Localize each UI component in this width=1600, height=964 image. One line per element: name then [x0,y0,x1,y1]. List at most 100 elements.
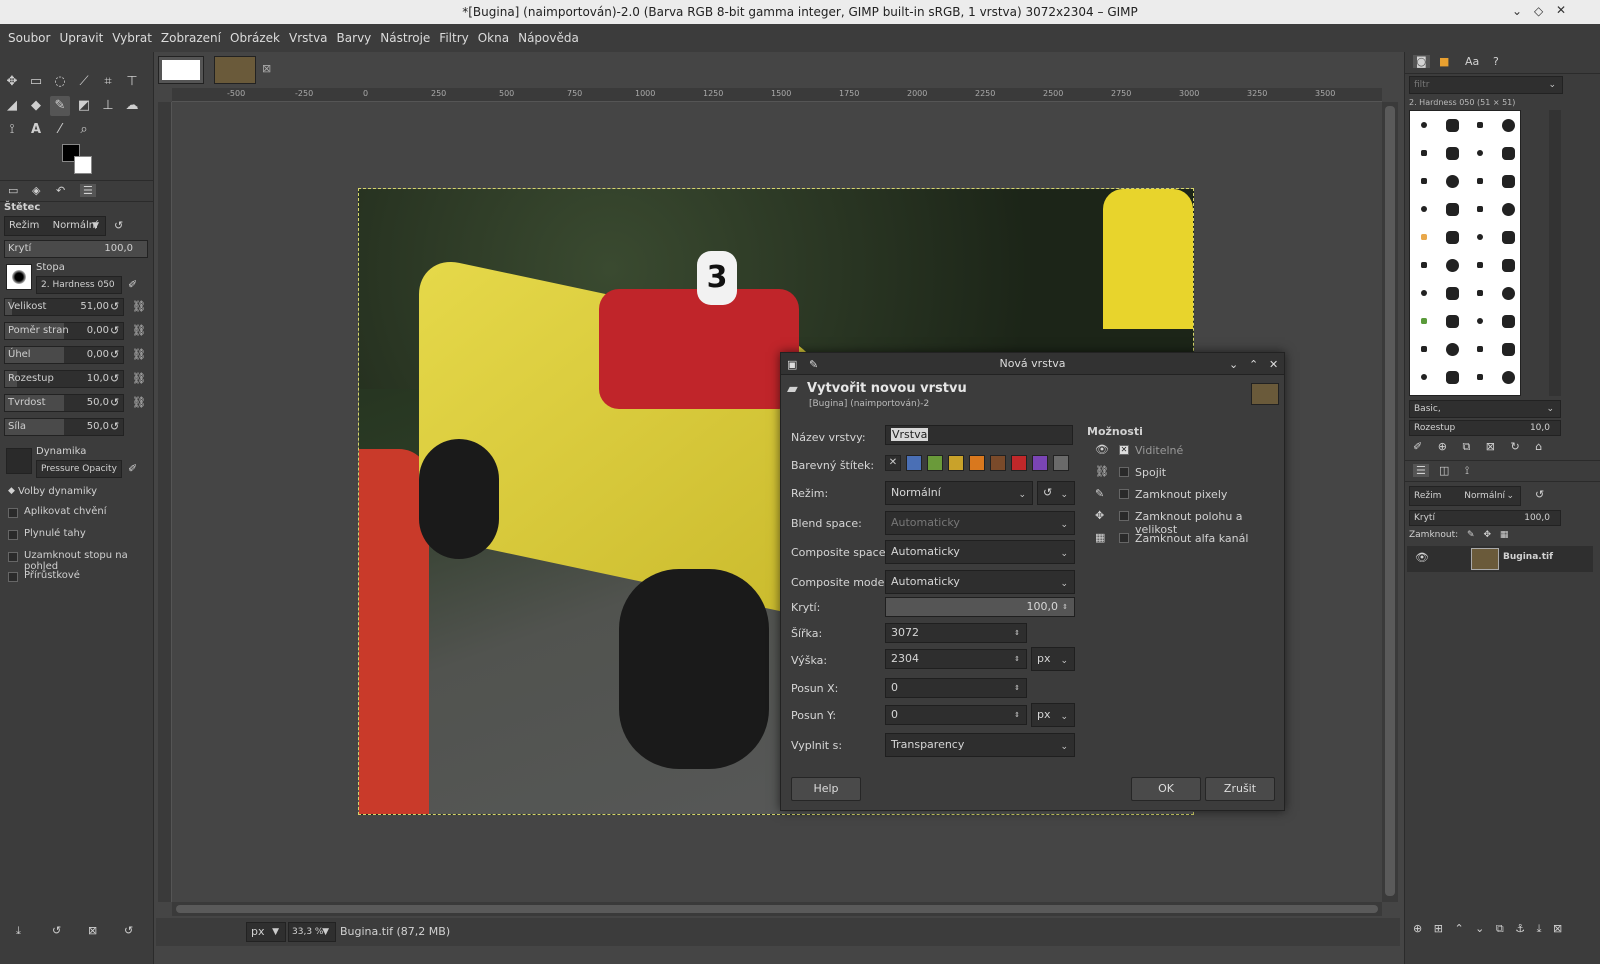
fonts-tab-icon[interactable]: Aa [1465,55,1479,68]
edit-brush-icon[interactable]: ✐ [128,278,137,291]
width-input[interactable]: 3072 ⇕ [885,623,1027,643]
color-tag-gray[interactable] [1053,455,1069,471]
brush-cell[interactable] [1438,167,1466,195]
brush-cell[interactable] [1410,223,1438,251]
brush-cell[interactable] [1466,167,1494,195]
undo-history-tab-icon[interactable]: ↶ [56,184,65,197]
menu-obrazek[interactable]: Obrázek [226,31,284,45]
anchor-layer-icon[interactable]: ⚓ [1515,922,1525,935]
menu-filtry[interactable]: Filtry [435,31,472,45]
mode-select[interactable]: Režim Normální ▼ [4,216,106,236]
brush-cell[interactable] [1410,335,1438,363]
bucket-icon[interactable]: ◆ [26,96,46,116]
brush-cell[interactable] [1466,363,1494,391]
brush-cell[interactable] [1410,167,1438,195]
brush-cell[interactable] [1438,307,1466,335]
slider-3[interactable]: Rozestup 10,0 [4,370,124,388]
delete-options-icon[interactable]: ⊠ [88,924,97,937]
lock-pixels-checkbox[interactable] [1119,489,1129,499]
brush-cell[interactable] [1494,363,1522,391]
restore-options-icon[interactable]: ↺ [52,924,61,937]
brush-cell[interactable] [1410,139,1438,167]
fill-select[interactable]: Transparency ⌄ [885,733,1075,757]
expander-icon[interactable]: ◆ [8,486,15,496]
color-tag-yellow[interactable] [948,455,964,471]
mode-switch-button[interactable]: ↺ ⌄ [1037,481,1075,505]
help-button[interactable]: Help [791,777,861,801]
new-layer-icon[interactable]: ⊕ [1413,922,1422,935]
lock-position-icon[interactable]: ✥ [1483,530,1491,540]
menu-soubor[interactable]: Soubor [4,31,54,45]
slider-4[interactable]: Tvrdost 50,0 [4,394,124,412]
layer-name-input[interactable]: Vrstva [885,425,1073,445]
mode-select[interactable]: Normální ⌄ [885,481,1033,505]
layers-tab-icon[interactable]: ☰ [1413,464,1429,477]
color-tag-brown[interactable] [990,455,1006,471]
link-slider-icon[interactable]: ⛓ [132,348,146,361]
close-icon[interactable]: ✕ [1556,3,1566,17]
spin-arrows-icon[interactable]: ⇕ [1014,706,1020,724]
offset-unit-select[interactable]: px ⌄ [1031,703,1075,727]
slider-1[interactable]: Poměr stran 0,00 [4,322,124,340]
brush-cell[interactable] [1494,111,1522,139]
brush-preview[interactable] [6,264,32,290]
menu-nastroje[interactable]: Nástroje [376,31,434,45]
brush-cell[interactable] [1438,111,1466,139]
rect-select-icon[interactable]: ▭ [26,72,46,92]
brush-cell[interactable] [1410,363,1438,391]
brush-filter-input[interactable]: filtr ⌄ [1409,76,1563,94]
brush-preset-select[interactable]: Basic, ⌄ [1409,400,1561,418]
reset-slider-icon[interactable]: ↺ [110,420,119,433]
visible-checkbox[interactable]: ✕ [1119,445,1129,455]
brush-cell[interactable] [1410,195,1438,223]
menu-upravit[interactable]: Upravit [55,31,107,45]
brush-cell[interactable] [1466,335,1494,363]
brush-cell[interactable] [1494,307,1522,335]
slider-0[interactable]: Velikost 51,00 [4,298,124,316]
menu-vrstva[interactable]: Vrstva [285,31,332,45]
menu-okna[interactable]: Okna [474,31,513,45]
brush-name-field[interactable]: 2. Hardness 050 [36,276,122,294]
brush-cell[interactable] [1494,335,1522,363]
spin-arrows-icon[interactable]: ⇕ [1014,624,1020,642]
brush-cell[interactable] [1494,279,1522,307]
horizontal-scroll-thumb[interactable] [176,905,1378,913]
refresh-brush-icon[interactable]: ↻ [1511,440,1520,453]
brush-cell[interactable] [1466,307,1494,335]
offset-y-input[interactable]: 0 ⇕ [885,705,1027,725]
brush-cell[interactable] [1438,139,1466,167]
layer-row[interactable]: 👁 Bugina.tif [1407,546,1593,572]
brush-cell[interactable] [1466,111,1494,139]
reset-mode-icon[interactable]: ↺ [114,219,123,232]
brush-cell[interactable] [1410,251,1438,279]
brush-cell[interactable] [1494,223,1522,251]
delete-layer-icon[interactable]: ⊠ [1553,922,1562,935]
height-input[interactable]: 2304 ⇕ [885,649,1027,669]
horizontal-scrollbar[interactable] [172,902,1382,916]
brush-cell[interactable] [1466,139,1494,167]
reset-options-icon[interactable]: ↺ [124,924,133,937]
dynamics-options-label[interactable]: Volby dynamiky [18,486,97,497]
brush-cell[interactable] [1438,251,1466,279]
layer-opacity-slider[interactable]: Krytí 100,0 [1409,510,1561,526]
spin-arrows-icon[interactable]: ⇕ [1014,679,1020,697]
lasso-icon[interactable]: ◌ [50,72,70,92]
composite-mode-select[interactable]: Automaticky ⌄ [885,570,1075,594]
reset-slider-icon[interactable]: ↺ [110,348,119,361]
reset-slider-icon[interactable]: ↺ [110,300,119,313]
reset-slider-icon[interactable]: ↺ [110,324,119,337]
paths-tab-icon[interactable]: ⟟ [1465,464,1469,478]
slider-2[interactable]: Úhel 0,00 [4,346,124,364]
duplicate-brush-icon[interactable]: ⧉ [1462,440,1470,453]
zoom-tool-icon[interactable]: ⌕ [74,120,94,140]
reset-slider-icon[interactable]: ↺ [110,372,119,385]
size-unit-select[interactable]: px ⌄ [1031,647,1075,671]
delete-brush-icon[interactable]: ⊠ [1486,440,1495,453]
spin-arrows-icon[interactable]: ⇕ [1014,650,1020,668]
lock-position-checkbox[interactable] [1119,511,1129,521]
layer-mode-select[interactable]: Režim Normální ⌄ [1409,486,1521,506]
color-tag-blue[interactable] [906,455,922,471]
reset-layer-mode-icon[interactable]: ↺ [1535,488,1544,501]
device-status-tab-icon[interactable]: ◈ [32,184,40,197]
new-brush-icon[interactable]: ⊕ [1438,440,1447,453]
